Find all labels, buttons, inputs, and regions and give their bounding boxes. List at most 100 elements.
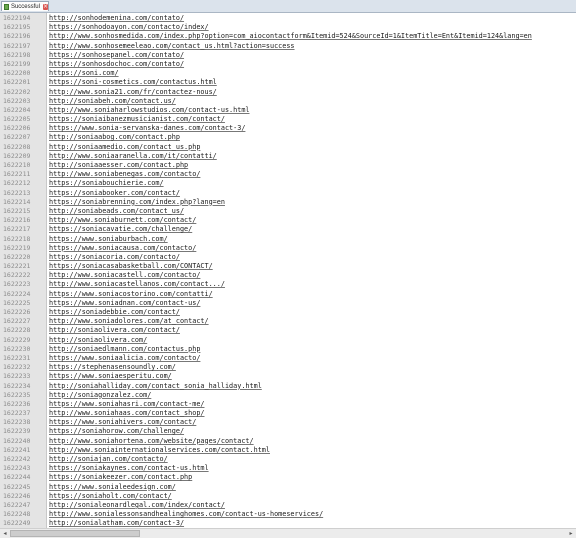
line-url-text[interactable]: https://soni.com/ [49,69,119,78]
editor-line[interactable]: 1622198 https://sonhosepanel.com/contato/ [0,51,576,60]
line-url-text[interactable]: https://www.soniaesperitu.com/ [49,372,172,381]
line-url-text[interactable]: http://www.sonhosemeeleao.com/contact_us… [49,42,295,51]
editor-line[interactable]: 1622222 http://www.soniacastell.com/conta… [0,271,576,280]
line-url-text[interactable]: https://sonhosdochoc.com/contato/ [49,60,184,69]
line-url-text[interactable]: https://soniabooker.com/contact/ [49,189,180,198]
line-url-text[interactable]: http://www.soniadolores.com/at_contact/ [49,317,209,326]
editor-line[interactable]: 1622234 http://soniahalliday.com/contact_… [0,382,576,391]
line-url-text[interactable]: http://soniahalliday.com/contact_sonia_h… [49,382,262,391]
line-url-text[interactable]: http://www.soniahortena.com/website/page… [49,437,254,446]
editor-line[interactable]: 1622230 http://soniaedlmann.com/contactus… [0,345,576,354]
line-url-text[interactable]: http://soniaolivera.com/contact/ [49,326,180,335]
scrollbar-thumb[interactable] [10,530,140,537]
editor-line[interactable]: 1622245 https://www.sonialeedesign.com/ [0,483,576,492]
line-url-text[interactable]: http://www.soniaburnett.com/contact/ [49,216,196,225]
line-url-text[interactable]: http://www.soniahaas.com/contact_shop/ [49,409,205,418]
text-editor[interactable]: 1622194 http://sonhodemenina.com/contato/… [0,13,576,528]
line-url-text[interactable]: http://soniaedlmann.com/contactus.php [49,345,200,354]
line-url-text[interactable]: https://soniadebbie.com/contact/ [49,308,180,317]
editor-line[interactable]: 1622209 http://www.soniaaranella.com/it/c… [0,152,576,161]
editor-line[interactable]: 1622210 http://soniaaesser.com/contact.ph… [0,161,576,170]
editor-line[interactable]: 1622243 https://soniakaynes.com/contact-u… [0,464,576,473]
line-url-text[interactable]: https://soniahorow.com/challenge/ [49,427,184,436]
editor-line[interactable]: 1622197 http://www.sonhosemeeleao.com/con… [0,42,576,51]
editor-line[interactable]: 1622228 http://soniaolivera.com/contact/ [0,326,576,335]
line-url-text[interactable]: http://soniaamedio.com/contact_us.php [49,143,200,152]
editor-line[interactable]: 1622249 http://sonialatham.com/contact-3/ [0,519,576,528]
line-url-text[interactable]: https://www.soniadnan.com/contact-us/ [49,299,200,308]
editor-line[interactable]: 1622200 https://soni.com/ [0,69,576,78]
editor-line[interactable]: 1622219 https://www.soniacausa.com/contac… [0,244,576,253]
tab-successful[interactable]: Successful × [1,1,49,11]
line-url-text[interactable]: http://www.soniaharlowstudios.com/contac… [49,106,250,115]
line-url-text[interactable]: http://soniaabog.com/contact.php [49,133,180,142]
editor-line[interactable]: 1622205 https://soniaibanezmusicianist.co… [0,115,576,124]
editor-line[interactable]: 1622204 http://www.soniaharlowstudios.com… [0,106,576,115]
line-url-text[interactable]: http://sonialatham.com/contact-3/ [49,519,184,528]
line-url-text[interactable]: https://soni-cosmetics.com/contactus.htm… [49,78,217,87]
editor-line[interactable]: 1622216 http://www.soniaburnett.com/conta… [0,216,576,225]
editor-line[interactable]: 1622211 http://www.soniabenegas.com/conta… [0,170,576,179]
line-url-text[interactable]: http://soniajan.com/contacto/ [49,455,168,464]
line-url-text[interactable]: http://soniabeads.com/contact_us/ [49,207,184,216]
editor-line[interactable]: 1622199 https://sonhosdochoc.com/contato/ [0,60,576,69]
line-url-text[interactable]: https://www.sonia-servanska-danes.com/co… [49,124,245,133]
line-url-text[interactable]: https://soniacasabasketball.com/CONTACT/ [49,262,213,271]
line-url-text[interactable]: http://soniaolivera.com/ [49,336,147,345]
editor-line[interactable]: 1622237 http://www.soniahaas.com/contact_… [0,409,576,418]
editor-line[interactable]: 1622232 https://stephenasensoundly.com/ [0,363,576,372]
line-url-text[interactable]: http://www.soniacastell.com/contacto/ [49,271,200,280]
line-url-text[interactable]: https://www.soniaalicia.com/contacto/ [49,354,200,363]
editor-line[interactable]: 1622215 http://soniabeads.com/contact_us/ [0,207,576,216]
close-icon[interactable]: × [42,3,48,10]
editor-line[interactable]: 1622217 https://soniacavatie.com/challeng… [0,225,576,234]
editor-line[interactable]: 1622201 https://soni-cosmetics.com/contac… [0,78,576,87]
editor-line[interactable]: 1622233 https://www.soniaesperitu.com/ [0,372,576,381]
editor-line[interactable]: 1622229 http://soniaolivera.com/ [0,336,576,345]
line-url-text[interactable]: https://www.soniacausa.com/contacto/ [49,244,196,253]
editor-line[interactable]: 1622231 https://www.soniaalicia.com/conta… [0,354,576,363]
line-url-text[interactable]: http://www.sonia21.com/fr/contactez-nous… [49,88,217,97]
line-url-text[interactable]: http://www.soniaaranella.com/it/contatti… [49,152,217,161]
editor-line[interactable]: 1622227 http://www.soniadolores.com/at_co… [0,317,576,326]
editor-line[interactable]: 1622220 https://soniacoria.com/contacto/ [0,253,576,262]
editor-line[interactable]: 1622223 http://www.soniacastellanos.com/c… [0,280,576,289]
line-url-text[interactable]: https://www.soniahasri.com/contact-me/ [49,400,205,409]
line-url-text[interactable]: https://sonhodoayon.com/contacto/index/ [49,23,209,32]
editor-line[interactable]: 1622224 https://www.soniacostorino.com/co… [0,290,576,299]
line-url-text[interactable]: https://www.sonialeedesign.com/ [49,483,176,492]
editor-line[interactable]: 1622212 https://soniabouchierie.com/ [0,179,576,188]
editor-line[interactable]: 1622236 https://www.soniahasri.com/contac… [0,400,576,409]
editor-line[interactable]: 1622246 https://soniaholt.com/contact/ [0,492,576,501]
editor-line[interactable]: 1622202 http://www.sonia21.com/fr/contact… [0,88,576,97]
editor-line[interactable]: 1622221 https://soniacasabasketball.com/C… [0,262,576,271]
line-url-text[interactable]: https://sonhosepanel.com/contato/ [49,51,184,60]
scroll-right-arrow-icon[interactable]: ▸ [567,530,575,537]
editor-line[interactable]: 1622206 https://www.sonia-servanska-danes… [0,124,576,133]
editor-line[interactable]: 1622247 http://sonialeonardlegal.com/inde… [0,501,576,510]
editor-line[interactable]: 1622214 https://soniabrenning.com/index.p… [0,198,576,207]
line-url-text[interactable]: https://soniabrenning.com/index.php?lang… [49,198,225,207]
editor-line[interactable]: 1622196 http://www.sonhosmedida.com/index… [0,32,576,41]
line-url-text[interactable]: http://www.soniabenegas.com/contacto/ [49,170,200,179]
editor-line[interactable]: 1622239 https://soniahorow.com/challenge/ [0,427,576,436]
editor-line[interactable]: 1622207 http://soniaabog.com/contact.php [0,133,576,142]
editor-line[interactable]: 1622248 http://www.sonialessonsandhealing… [0,510,576,519]
editor-line[interactable]: 1622238 https://www.soniahivers.com/conta… [0,418,576,427]
line-url-text[interactable]: https://soniaholt.com/contact/ [49,492,172,501]
editor-line[interactable]: 1622225 https://www.soniadnan.com/contact… [0,299,576,308]
line-url-text[interactable]: https://soniacavatie.com/challenge/ [49,225,192,234]
line-url-text[interactable]: https://www.soniaburbach.com/ [49,235,168,244]
editor-line[interactable]: 1622194 http://sonhodemenina.com/contato/ [0,14,576,23]
editor-line[interactable]: 1622208 http://soniaamedio.com/contact_us… [0,143,576,152]
line-url-text[interactable]: http://www.soniainternationalservices.co… [49,446,270,455]
editor-line[interactable]: 1622242 http://soniajan.com/contacto/ [0,455,576,464]
editor-line[interactable]: 1622203 http://soniabeh.com/contact.us/ [0,97,576,106]
line-url-text[interactable]: https://www.soniacostorino.com/contatti/ [49,290,213,299]
editor-line[interactable]: 1622218 https://www.soniaburbach.com/ [0,235,576,244]
line-url-text[interactable]: https://soniacoria.com/contacto/ [49,253,180,262]
editor-line[interactable]: 1622235 http://soniagonzalez.com/ [0,391,576,400]
line-url-text[interactable]: https://soniakaynes.com/contact-us.html [49,464,209,473]
scroll-left-arrow-icon[interactable]: ◂ [1,530,9,537]
line-url-text[interactable]: https://soniakeezer.com/contact.php [49,473,192,482]
